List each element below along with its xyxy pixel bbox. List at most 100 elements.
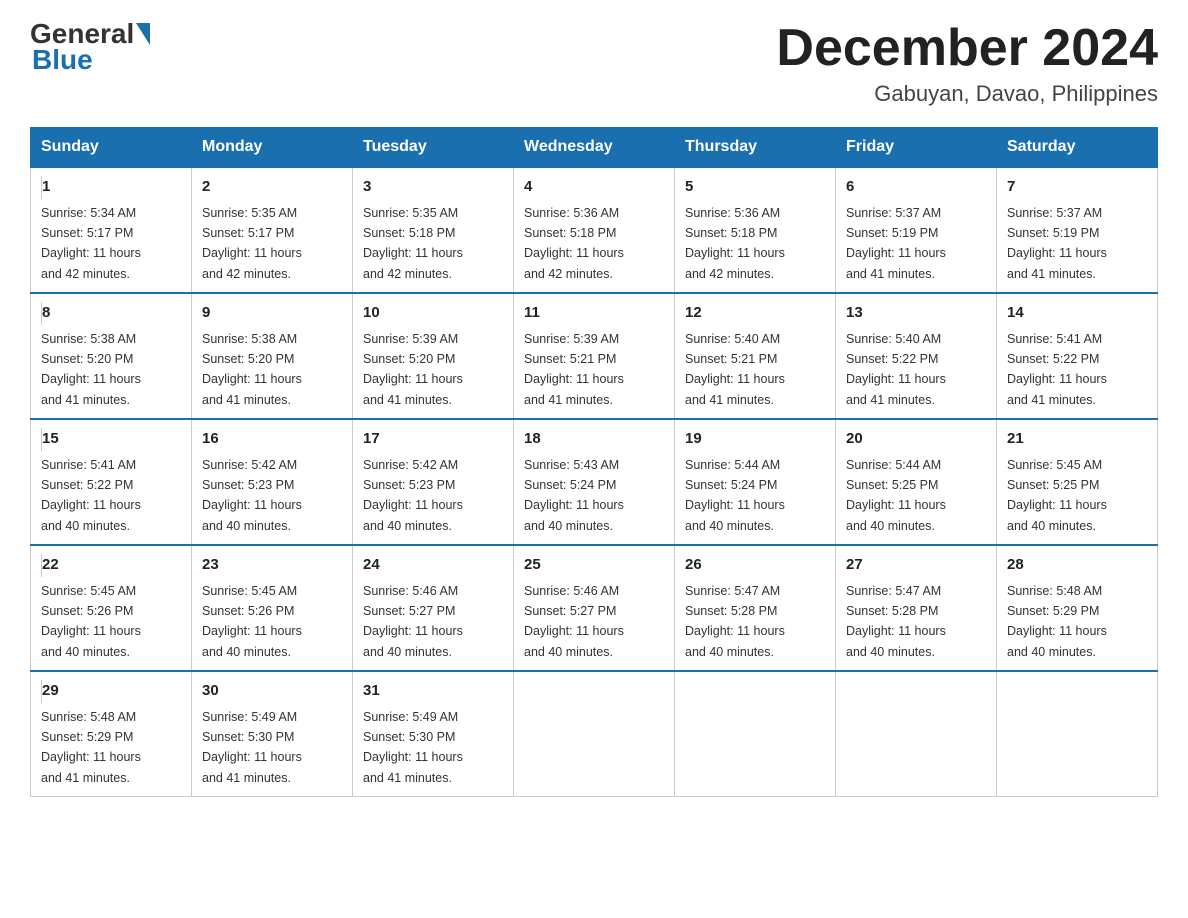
- calendar-cell: 6 Sunrise: 5:37 AMSunset: 5:19 PMDayligh…: [836, 167, 997, 293]
- calendar-cell: [997, 671, 1158, 797]
- calendar-cell: 15 Sunrise: 5:41 AMSunset: 5:22 PMDaylig…: [31, 419, 192, 545]
- calendar-cell: [836, 671, 997, 797]
- calendar-cell: 11 Sunrise: 5:39 AMSunset: 5:21 PMDaylig…: [514, 293, 675, 419]
- calendar-header-row: SundayMondayTuesdayWednesdayThursdayFrid…: [31, 128, 1158, 168]
- calendar-header-wednesday: Wednesday: [514, 128, 675, 168]
- day-number: 5: [685, 176, 825, 199]
- day-number: 7: [1007, 176, 1147, 199]
- calendar-cell: 22 Sunrise: 5:45 AMSunset: 5:26 PMDaylig…: [31, 545, 192, 671]
- logo-blue: Blue: [30, 44, 93, 76]
- calendar-cell: 25 Sunrise: 5:46 AMSunset: 5:27 PMDaylig…: [514, 545, 675, 671]
- day-info: Sunrise: 5:36 AMSunset: 5:18 PMDaylight:…: [685, 206, 785, 281]
- calendar-cell: 16 Sunrise: 5:42 AMSunset: 5:23 PMDaylig…: [192, 419, 353, 545]
- calendar-header-tuesday: Tuesday: [353, 128, 514, 168]
- day-info: Sunrise: 5:36 AMSunset: 5:18 PMDaylight:…: [524, 206, 624, 281]
- calendar-cell: 2 Sunrise: 5:35 AMSunset: 5:17 PMDayligh…: [192, 167, 353, 293]
- day-number: 30: [202, 680, 342, 703]
- calendar-cell: 10 Sunrise: 5:39 AMSunset: 5:20 PMDaylig…: [353, 293, 514, 419]
- calendar-cell: 23 Sunrise: 5:45 AMSunset: 5:26 PMDaylig…: [192, 545, 353, 671]
- calendar-cell: 28 Sunrise: 5:48 AMSunset: 5:29 PMDaylig…: [997, 545, 1158, 671]
- day-number: 27: [846, 554, 986, 577]
- day-info: Sunrise: 5:48 AMSunset: 5:29 PMDaylight:…: [41, 710, 141, 785]
- day-number: 17: [363, 428, 503, 451]
- day-info: Sunrise: 5:40 AMSunset: 5:22 PMDaylight:…: [846, 332, 946, 407]
- day-info: Sunrise: 5:38 AMSunset: 5:20 PMDaylight:…: [41, 332, 141, 407]
- calendar-week-row-1: 1 Sunrise: 5:34 AMSunset: 5:17 PMDayligh…: [31, 167, 1158, 293]
- day-number: 24: [363, 554, 503, 577]
- day-number: 26: [685, 554, 825, 577]
- day-number: 20: [846, 428, 986, 451]
- day-number: 10: [363, 302, 503, 325]
- calendar-cell: 14 Sunrise: 5:41 AMSunset: 5:22 PMDaylig…: [997, 293, 1158, 419]
- day-number: 1: [41, 176, 181, 199]
- calendar-cell: 24 Sunrise: 5:46 AMSunset: 5:27 PMDaylig…: [353, 545, 514, 671]
- logo: General Blue: [30, 20, 152, 76]
- day-number: 2: [202, 176, 342, 199]
- day-number: 25: [524, 554, 664, 577]
- calendar-cell: 27 Sunrise: 5:47 AMSunset: 5:28 PMDaylig…: [836, 545, 997, 671]
- day-info: Sunrise: 5:37 AMSunset: 5:19 PMDaylight:…: [1007, 206, 1107, 281]
- day-info: Sunrise: 5:46 AMSunset: 5:27 PMDaylight:…: [524, 584, 624, 659]
- month-title: December 2024: [776, 20, 1158, 77]
- calendar-cell: 19 Sunrise: 5:44 AMSunset: 5:24 PMDaylig…: [675, 419, 836, 545]
- day-number: 4: [524, 176, 664, 199]
- calendar-cell: 26 Sunrise: 5:47 AMSunset: 5:28 PMDaylig…: [675, 545, 836, 671]
- day-info: Sunrise: 5:35 AMSunset: 5:17 PMDaylight:…: [202, 206, 302, 281]
- page-header: General Blue December 2024 Gabuyan, Dava…: [30, 20, 1158, 107]
- calendar-cell: 20 Sunrise: 5:44 AMSunset: 5:25 PMDaylig…: [836, 419, 997, 545]
- day-number: 18: [524, 428, 664, 451]
- day-number: 6: [846, 176, 986, 199]
- day-info: Sunrise: 5:48 AMSunset: 5:29 PMDaylight:…: [1007, 584, 1107, 659]
- calendar-cell: 13 Sunrise: 5:40 AMSunset: 5:22 PMDaylig…: [836, 293, 997, 419]
- calendar-cell: 1 Sunrise: 5:34 AMSunset: 5:17 PMDayligh…: [31, 167, 192, 293]
- calendar-week-row-5: 29 Sunrise: 5:48 AMSunset: 5:29 PMDaylig…: [31, 671, 1158, 797]
- day-number: 11: [524, 302, 664, 325]
- day-number: 14: [1007, 302, 1147, 325]
- day-info: Sunrise: 5:41 AMSunset: 5:22 PMDaylight:…: [41, 458, 141, 533]
- day-info: Sunrise: 5:45 AMSunset: 5:26 PMDaylight:…: [202, 584, 302, 659]
- calendar-cell: 31 Sunrise: 5:49 AMSunset: 5:30 PMDaylig…: [353, 671, 514, 797]
- calendar-week-row-2: 8 Sunrise: 5:38 AMSunset: 5:20 PMDayligh…: [31, 293, 1158, 419]
- day-info: Sunrise: 5:47 AMSunset: 5:28 PMDaylight:…: [846, 584, 946, 659]
- day-number: 12: [685, 302, 825, 325]
- calendar-table: SundayMondayTuesdayWednesdayThursdayFrid…: [30, 127, 1158, 797]
- day-info: Sunrise: 5:42 AMSunset: 5:23 PMDaylight:…: [202, 458, 302, 533]
- calendar-cell: 30 Sunrise: 5:49 AMSunset: 5:30 PMDaylig…: [192, 671, 353, 797]
- day-number: 16: [202, 428, 342, 451]
- day-info: Sunrise: 5:34 AMSunset: 5:17 PMDaylight:…: [41, 206, 141, 281]
- day-number: 3: [363, 176, 503, 199]
- day-number: 8: [41, 302, 181, 325]
- day-info: Sunrise: 5:43 AMSunset: 5:24 PMDaylight:…: [524, 458, 624, 533]
- day-number: 29: [41, 680, 181, 703]
- day-info: Sunrise: 5:41 AMSunset: 5:22 PMDaylight:…: [1007, 332, 1107, 407]
- calendar-week-row-3: 15 Sunrise: 5:41 AMSunset: 5:22 PMDaylig…: [31, 419, 1158, 545]
- calendar-cell: 18 Sunrise: 5:43 AMSunset: 5:24 PMDaylig…: [514, 419, 675, 545]
- day-info: Sunrise: 5:38 AMSunset: 5:20 PMDaylight:…: [202, 332, 302, 407]
- day-number: 9: [202, 302, 342, 325]
- calendar-cell: 17 Sunrise: 5:42 AMSunset: 5:23 PMDaylig…: [353, 419, 514, 545]
- day-info: Sunrise: 5:44 AMSunset: 5:25 PMDaylight:…: [846, 458, 946, 533]
- calendar-header-saturday: Saturday: [997, 128, 1158, 168]
- title-section: December 2024 Gabuyan, Davao, Philippine…: [776, 20, 1158, 107]
- calendar-cell: [514, 671, 675, 797]
- calendar-header-monday: Monday: [192, 128, 353, 168]
- day-number: 28: [1007, 554, 1147, 577]
- day-number: 19: [685, 428, 825, 451]
- calendar-cell: [675, 671, 836, 797]
- day-number: 22: [41, 554, 181, 577]
- calendar-cell: 12 Sunrise: 5:40 AMSunset: 5:21 PMDaylig…: [675, 293, 836, 419]
- day-number: 21: [1007, 428, 1147, 451]
- day-info: Sunrise: 5:39 AMSunset: 5:20 PMDaylight:…: [363, 332, 463, 407]
- calendar-cell: 21 Sunrise: 5:45 AMSunset: 5:25 PMDaylig…: [997, 419, 1158, 545]
- day-number: 23: [202, 554, 342, 577]
- day-number: 15: [41, 428, 181, 451]
- day-info: Sunrise: 5:47 AMSunset: 5:28 PMDaylight:…: [685, 584, 785, 659]
- day-info: Sunrise: 5:46 AMSunset: 5:27 PMDaylight:…: [363, 584, 463, 659]
- day-info: Sunrise: 5:44 AMSunset: 5:24 PMDaylight:…: [685, 458, 785, 533]
- day-info: Sunrise: 5:45 AMSunset: 5:26 PMDaylight:…: [41, 584, 141, 659]
- location: Gabuyan, Davao, Philippines: [776, 81, 1158, 107]
- day-number: 13: [846, 302, 986, 325]
- calendar-header-friday: Friday: [836, 128, 997, 168]
- day-number: 31: [363, 680, 503, 703]
- calendar-cell: 5 Sunrise: 5:36 AMSunset: 5:18 PMDayligh…: [675, 167, 836, 293]
